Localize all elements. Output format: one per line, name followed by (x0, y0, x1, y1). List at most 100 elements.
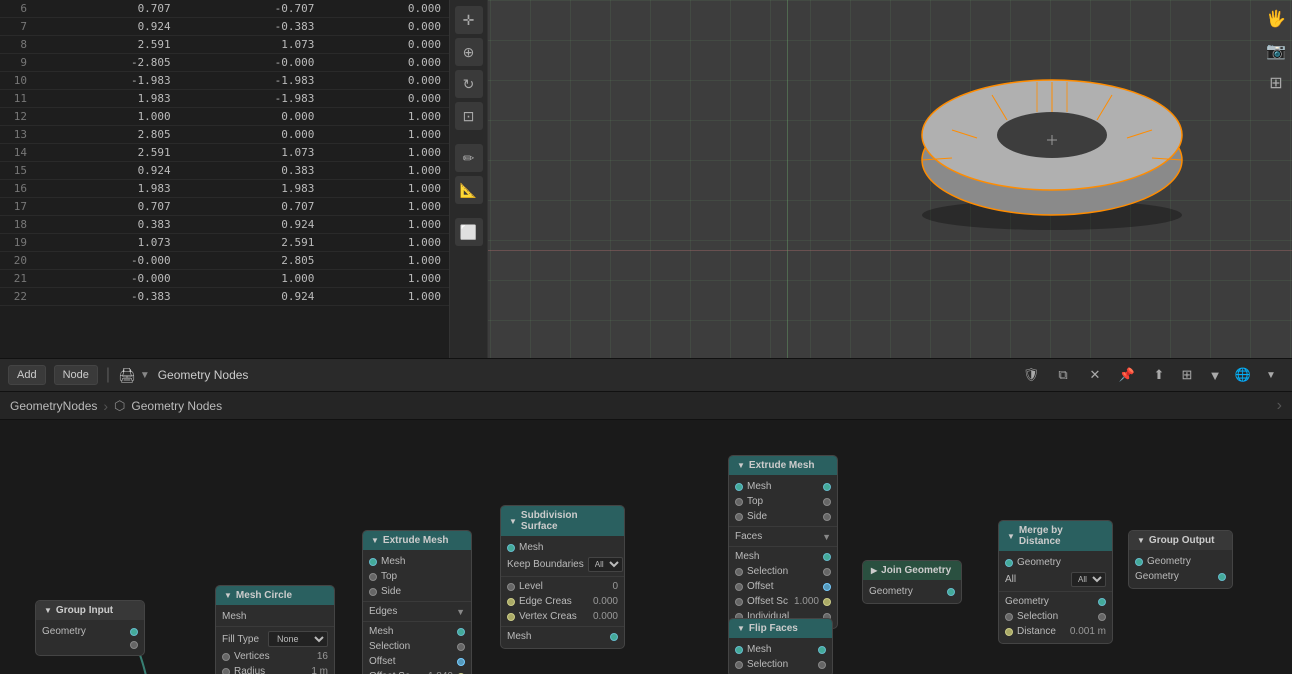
flip-faces-body: Mesh Selection (729, 638, 832, 674)
merge-mode-dropdown[interactable]: All (1071, 572, 1106, 587)
torus-svg (892, 20, 1212, 240)
merge-distance-node[interactable]: ▼ Merge by Distance Geometry All All Geo… (998, 520, 1113, 644)
zoom-up-button[interactable]: ⬆ (1146, 362, 1172, 388)
table-row: 60.707-0.7070.000 (0, 0, 449, 18)
camera-icon[interactable]: 📷 (1263, 38, 1289, 64)
fill-type-dropdown[interactable]: None (268, 631, 328, 647)
group-input-extra-socket (130, 641, 138, 649)
table-row: 121.0000.0001.000 (0, 108, 449, 126)
keep-boundaries-dropdown[interactable]: All (588, 557, 623, 572)
add-button[interactable]: Add (8, 365, 46, 385)
table-row: 22-0.3830.9241.000 (0, 288, 449, 306)
table-row: 21-0.0001.0001.000 (0, 270, 449, 288)
measure-icon[interactable]: 📐 (455, 176, 483, 204)
join-geometry-node[interactable]: ▶ Join Geometry Geometry (862, 560, 962, 604)
shield-button[interactable]: 🛡 (1018, 362, 1044, 388)
table-row: 180.3830.9241.000 (0, 216, 449, 234)
header-right-controls: 🛡 ⧉ ✕ 📌 ⬆ ⊞ ▼ 🌐 ▼ (1018, 362, 1284, 388)
breadcrumb-bar: GeometryNodes › ⬡ Geometry Nodes › (0, 392, 1292, 420)
top-section: 60.707-0.7070.00070.924-0.3830.00082.591… (0, 0, 1292, 358)
mesh-circle-node[interactable]: ▼ Mesh Circle Mesh Fill Type None Vertic… (215, 585, 335, 674)
editor-title: Geometry Nodes (158, 368, 249, 382)
lang-arrow[interactable]: ▼ (1258, 362, 1284, 388)
subdivision-body: Mesh Keep Boundaries All Level 0 Edge Cr… (501, 536, 624, 648)
group-input-title: Group Input (56, 605, 113, 616)
radius-value: 1 m (311, 666, 328, 674)
grid-line-h (450, 250, 1292, 251)
grid-view-icon[interactable]: ⊞ (1263, 70, 1289, 96)
viewport-left-toolbar: ✛ ⊕ ↻ ⊡ ✏ 📐 ⬜ (450, 0, 488, 358)
node-canvas[interactable]: ▼ Group Input Geometry ▼ Mesh Circle (0, 420, 1292, 674)
group-output-body: Geometry Geometry (1129, 550, 1232, 588)
breadcrumb-icon: ⬡ (114, 398, 125, 414)
copy-button[interactable]: ⧉ (1050, 362, 1076, 388)
node-editor-header: Add Node | 🖨 ▼ Geometry Nodes 🛡 ⧉ ✕ 📌 ⬆ … (0, 358, 1292, 392)
table-row: 142.5911.0731.000 (0, 144, 449, 162)
table-row: 9-2.805-0.0000.000 (0, 54, 449, 72)
move-icon[interactable]: ⊕ (455, 38, 483, 66)
group-input-geometry-row: Geometry (36, 624, 144, 639)
subdivision-node[interactable]: ▼ Subdivision Surface Mesh Keep Boundari… (500, 505, 625, 649)
zoom-down-button[interactable]: ▼ (1202, 362, 1228, 388)
group-output-header: ▼ Group Output (1129, 531, 1232, 550)
join-geometry-title: Join Geometry (881, 565, 951, 576)
mesh-circle-header: ▼ Mesh Circle (216, 586, 334, 605)
extrude-mesh-2-header: ▼ Extrude Mesh (729, 456, 837, 475)
extrude-mesh-2-title: Extrude Mesh (749, 460, 815, 471)
merge-distance-header: ▼ Merge by Distance (999, 521, 1112, 551)
extrude-mesh-1-body: Mesh Top Side Edges ▼ Mesh (363, 550, 471, 674)
flip-faces-title: Flip Faces (749, 623, 798, 634)
subdivision-header: ▼ Subdivision Surface (501, 506, 624, 536)
collapse-button[interactable]: › (1277, 397, 1282, 415)
zoom-controls: ⬆ ⊞ ▼ 🌐 ▼ (1146, 362, 1284, 388)
lang-button[interactable]: 🌐 (1230, 362, 1256, 388)
annotate-icon[interactable]: ✏ (455, 144, 483, 172)
group-output-node[interactable]: ▼ Group Output Geometry Geometry (1128, 530, 1233, 589)
vertices-label: Vertices (234, 651, 313, 662)
table-row: 132.8050.0001.000 (0, 126, 449, 144)
breadcrumb-current[interactable]: Geometry Nodes (131, 399, 222, 413)
node-button[interactable]: Node (54, 365, 98, 385)
table-row: 111.983-1.9830.000 (0, 90, 449, 108)
join-geometry-header: ▶ Join Geometry (863, 561, 961, 580)
radius-label: Radius (234, 666, 307, 674)
table-row: 161.9831.9831.000 (0, 180, 449, 198)
join-geometry-body: Geometry (863, 580, 961, 603)
editor-type-icon: 🖨 (118, 367, 136, 384)
fill-type-label: Fill Type (222, 634, 264, 645)
torus-shape (892, 20, 1212, 240)
spreadsheet-panel: 60.707-0.7070.00070.924-0.3830.00082.591… (0, 0, 450, 358)
toolbar-separator-1 (455, 134, 483, 140)
editor-title-text: Geometry Nodes (158, 368, 249, 382)
group-input-body: Geometry (36, 620, 144, 655)
editor-type-selector[interactable]: 🖨 ▼ (118, 367, 150, 384)
cursor-icon[interactable]: ✛ (455, 6, 483, 34)
table-row: 82.5911.0730.000 (0, 36, 449, 54)
extrude-mesh-1-node[interactable]: ▼ Extrude Mesh Mesh Top Side Edge (362, 530, 472, 674)
merge-distance-title: Merge by Distance (1019, 525, 1104, 547)
table-row: 70.924-0.3830.000 (0, 18, 449, 36)
grid-line-v (787, 0, 788, 358)
node-editor-section: Add Node | 🖨 ▼ Geometry Nodes 🛡 ⧉ ✕ 📌 ⬆ … (0, 358, 1292, 674)
subdivision-title: Subdivision Surface (521, 510, 616, 532)
mesh-circle-title: Mesh Circle (236, 590, 292, 601)
zoom-grid-button[interactable]: ⊞ (1174, 362, 1200, 388)
hand-icon[interactable]: 🖐 (1263, 6, 1289, 32)
extrude-mesh-1-title: Extrude Mesh (383, 535, 449, 546)
breadcrumb-separator: › (103, 398, 108, 414)
pin-button[interactable]: 📌 (1114, 362, 1140, 388)
flip-faces-node[interactable]: ▼ Flip Faces Mesh Selection (728, 618, 833, 674)
rotate-icon[interactable]: ↻ (455, 70, 483, 98)
box-icon[interactable]: ⬜ (455, 218, 483, 246)
group-input-bottom-row (36, 639, 144, 651)
scale-icon[interactable]: ⊡ (455, 102, 483, 130)
group-input-node[interactable]: ▼ Group Input Geometry (35, 600, 145, 656)
viewport-3d[interactable]: ✛ ⊕ ↻ ⊡ ✏ 📐 ⬜ 🖐 📷 ⊞ (450, 0, 1292, 358)
header-separator: | (106, 366, 110, 384)
breadcrumb-root[interactable]: GeometryNodes (10, 399, 97, 413)
group-output-title: Group Output (1149, 535, 1215, 546)
close-button[interactable]: ✕ (1082, 362, 1108, 388)
group-input-geometry-label: Geometry (42, 626, 126, 637)
extrude-mesh-1-header: ▼ Extrude Mesh (363, 531, 471, 550)
extrude-mesh-2-node[interactable]: ▼ Extrude Mesh Mesh Top Side (728, 455, 838, 629)
